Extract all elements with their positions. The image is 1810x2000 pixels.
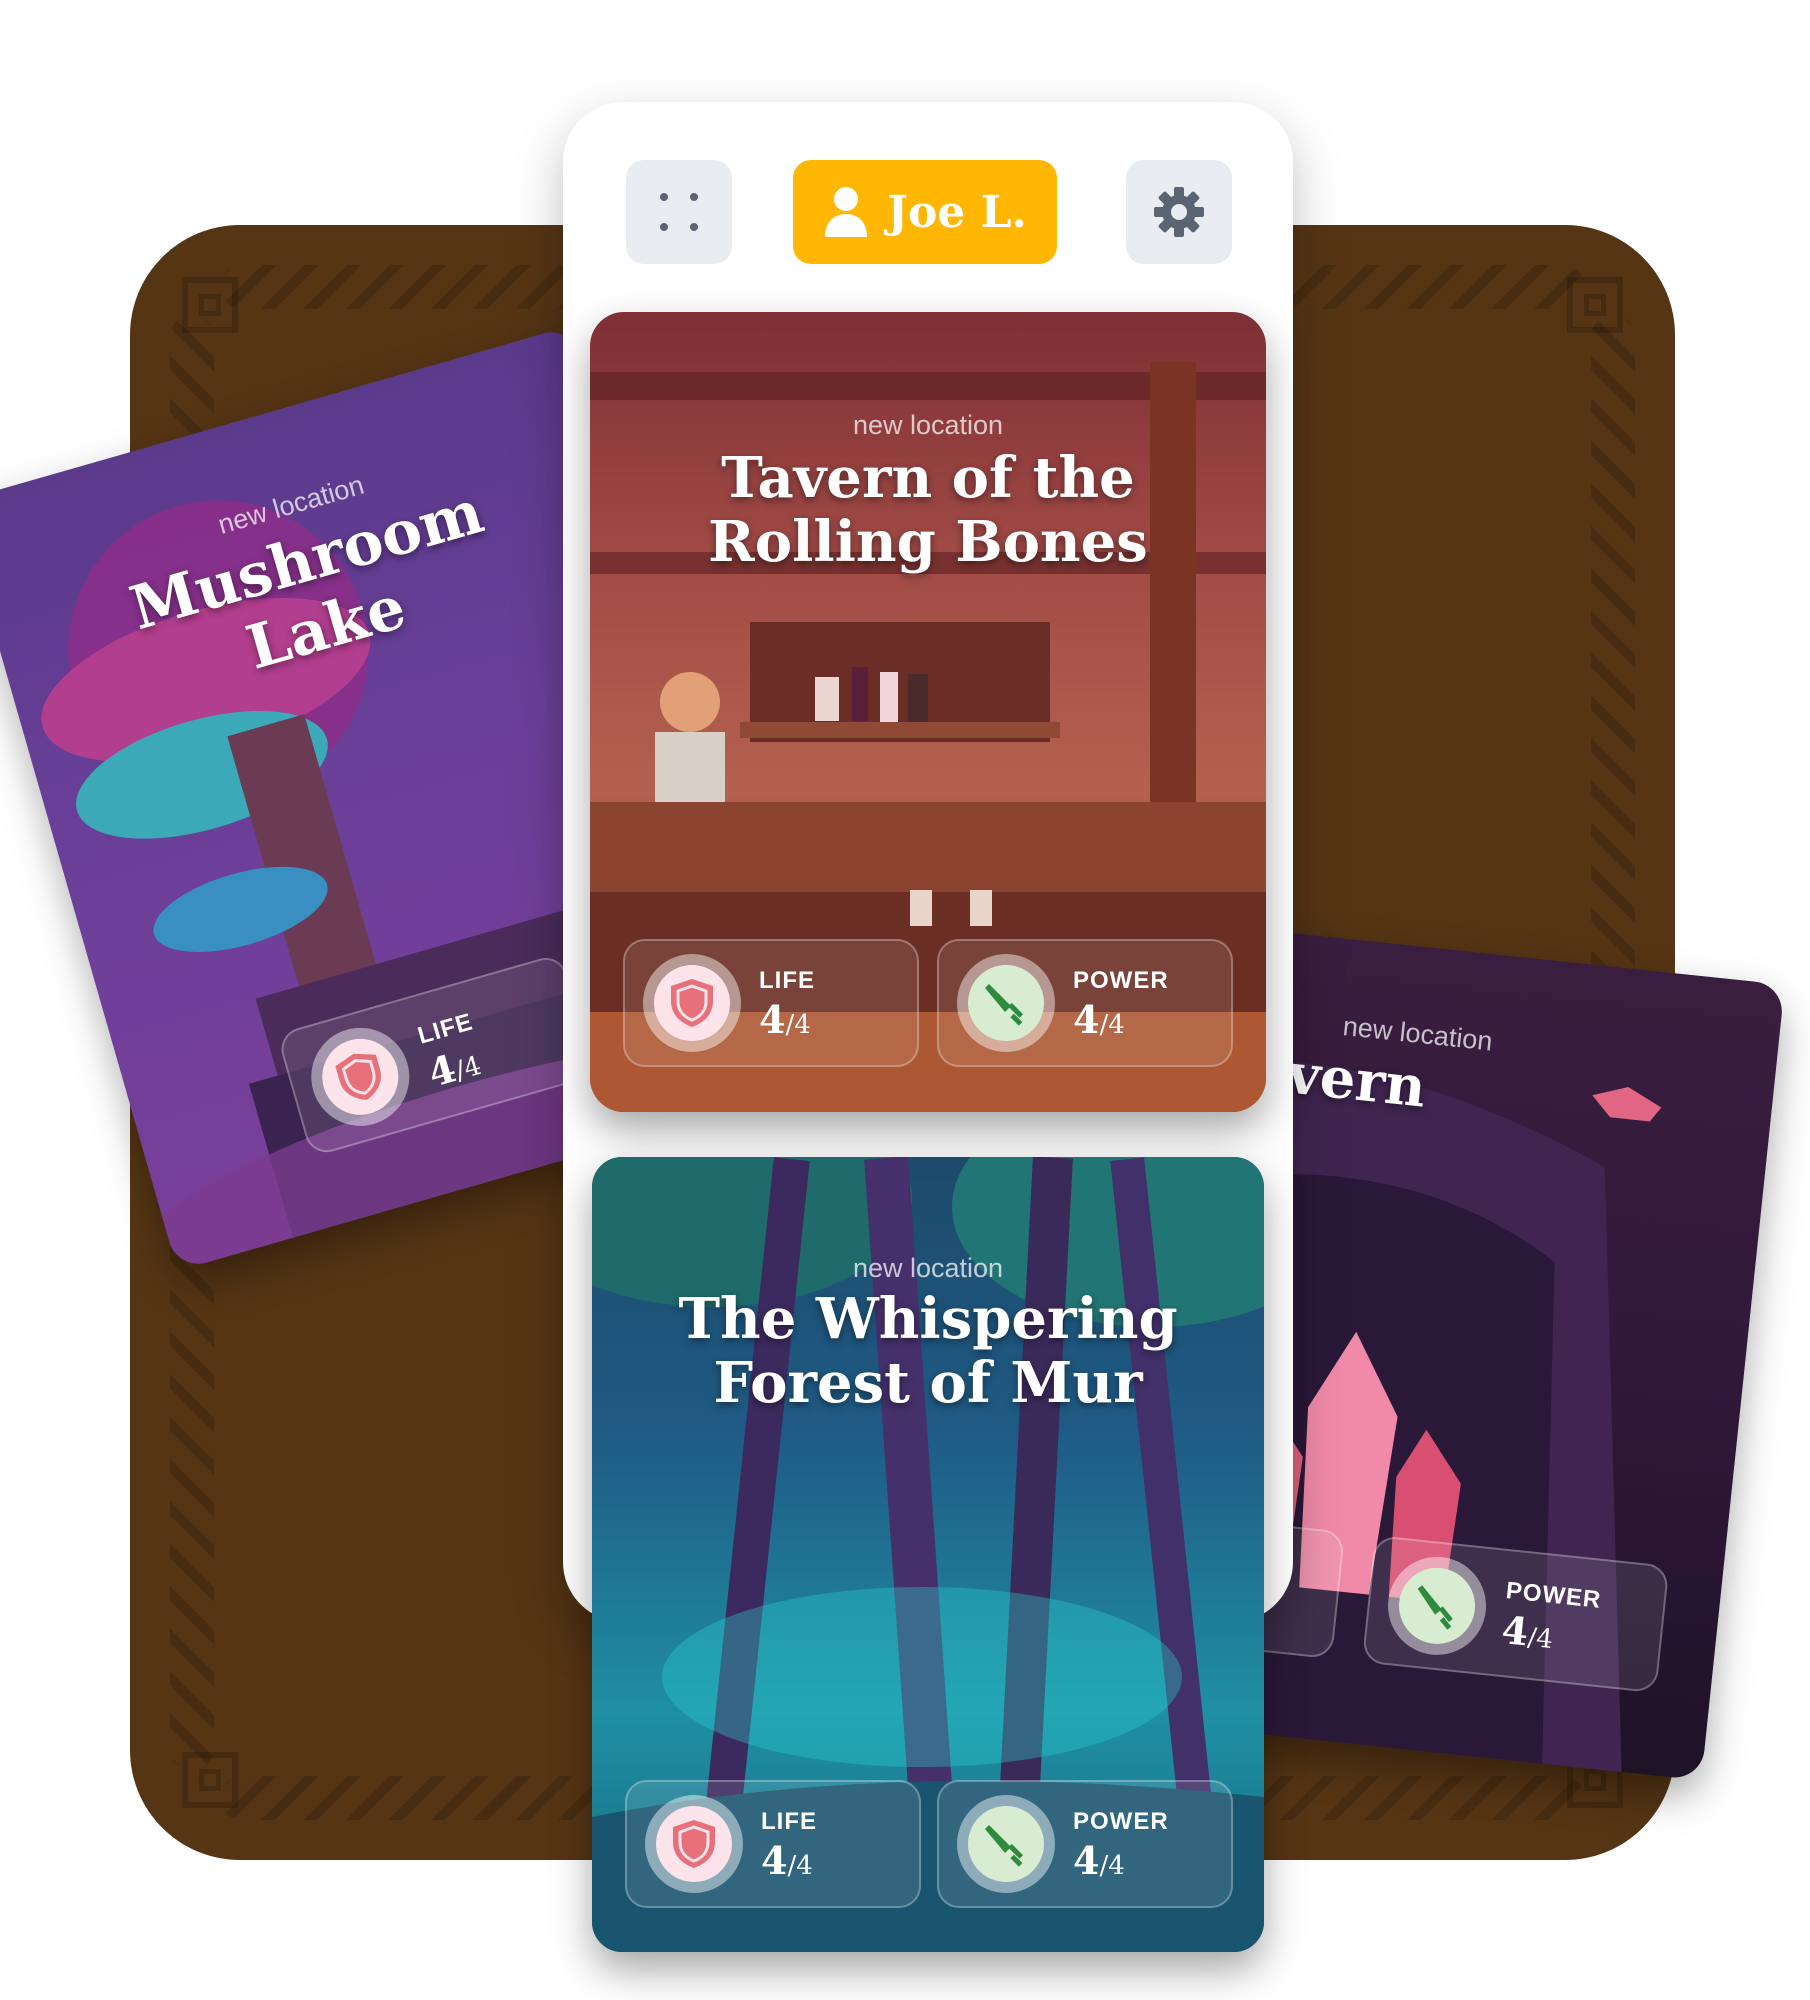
settings-button[interactable] [1126, 160, 1232, 264]
power-value: 4/4 [1073, 1838, 1125, 1883]
life-stat: LIFE 4/4 [623, 939, 919, 1067]
sword-icon [985, 984, 1024, 1026]
power-stat: POWER 4/4 [937, 1780, 1233, 1908]
board-corner-knot [182, 1752, 238, 1808]
location-card-tavern[interactable]: new location Tavern of the Rolling Bones… [590, 312, 1266, 1112]
shield-icon [673, 1820, 715, 1868]
user-profile-button[interactable]: Joe L. [793, 160, 1057, 264]
card-title-line: Tavern of the [721, 445, 1135, 511]
user-icon [825, 187, 868, 237]
card-kicker: new location [852, 410, 1004, 440]
card-title: Tavern of the Rolling Bones [590, 446, 1266, 574]
power-label: POWER [1073, 967, 1169, 994]
power-value: 4/4 [1073, 997, 1125, 1042]
life-value: 4/4 [759, 997, 811, 1042]
life-value: 4/4 [761, 1838, 813, 1883]
menu-button[interactable] [626, 160, 732, 264]
power-value: 4/4 [1499, 1606, 1555, 1656]
shield-icon [335, 1053, 381, 1100]
life-badge [645, 1795, 743, 1893]
power-badge [957, 954, 1055, 1052]
power-badge [1383, 1552, 1491, 1660]
card-title-line: Forest of Mur [713, 1350, 1143, 1416]
location-card-whispering-forest[interactable]: new location The Whispering Forest of Mu… [592, 1157, 1264, 1952]
board-corner-knot [182, 277, 238, 333]
life-badge [299, 1016, 421, 1138]
board-corner-knot [1567, 277, 1623, 333]
sword-icon [985, 1825, 1024, 1867]
power-label: POWER [1073, 1808, 1169, 1835]
life-label: LIFE [759, 967, 815, 994]
shield-icon [671, 979, 713, 1027]
card-title-line: The Whispering [678, 1286, 1178, 1352]
life-stat: LIFE 4/4 [625, 1780, 921, 1908]
grid-dots-icon [660, 193, 698, 231]
life-badge [643, 954, 741, 1052]
card-title: The Whispering Forest of Mur [592, 1287, 1264, 1415]
power-stat: POWER 4/4 [937, 939, 1233, 1067]
card-kicker: new location [852, 1253, 1004, 1283]
sword-icon [1417, 1585, 1453, 1630]
life-label: LIFE [761, 1808, 817, 1835]
power-badge [957, 1795, 1055, 1893]
user-name: Joe L. [887, 186, 1027, 238]
card-title-line: Rolling Bones [708, 509, 1148, 575]
gear-icon [1154, 187, 1204, 237]
